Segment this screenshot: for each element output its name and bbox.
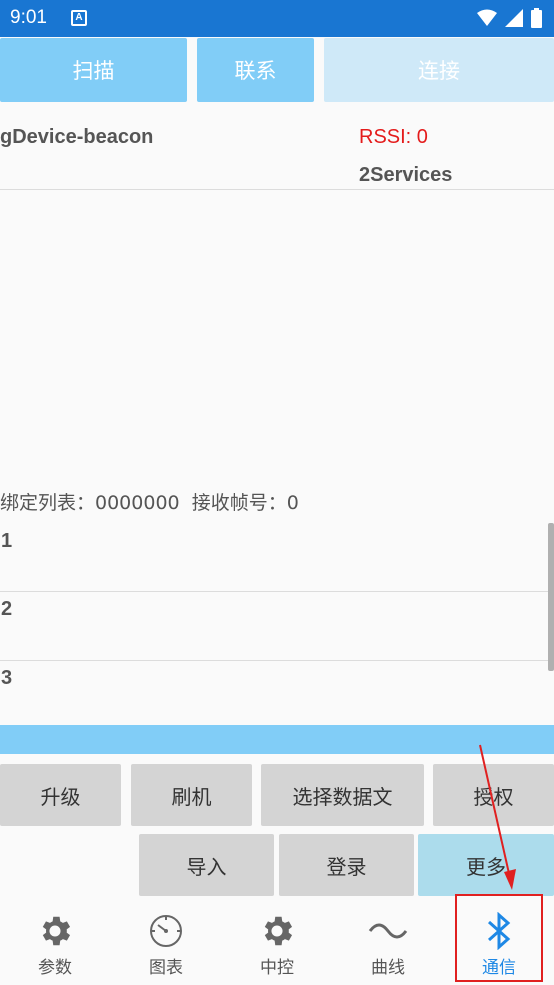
status-time: 9:01 [10, 7, 47, 28]
gear-icon [258, 909, 296, 953]
wifi-icon [477, 9, 497, 26]
nav-curve[interactable]: 曲线 [343, 905, 433, 983]
nav-label: 曲线 [371, 958, 405, 978]
scan-button[interactable]: 扫描 [0, 38, 187, 102]
highlight-box [455, 894, 543, 982]
more-button[interactable]: 更多 [418, 834, 554, 896]
device-name[interactable]: gDevice-beacon [0, 126, 153, 149]
upgrade-button[interactable]: 升级 [0, 764, 121, 826]
connect-button[interactable]: 连接 [324, 38, 554, 102]
device-rssi: RSSI: 0 [359, 126, 428, 148]
login-button[interactable]: 登录 [279, 834, 414, 896]
nav-chart[interactable]: 图表 [121, 905, 211, 983]
row-divider [0, 660, 554, 661]
device-services: 2Services [359, 164, 453, 186]
notification-icon: A [71, 10, 87, 26]
nav-label: 中控 [260, 958, 294, 978]
flash-button[interactable]: 刷机 [131, 764, 252, 826]
status-bar: 9:01 A [0, 0, 554, 37]
nav-central-control[interactable]: 中控 [232, 905, 322, 983]
list-item-3[interactable]: 3 [1, 667, 12, 690]
status-icons [477, 8, 542, 28]
nav-label: 图表 [149, 958, 183, 978]
dial-icon [148, 909, 184, 953]
authorize-button[interactable]: 授权 [433, 764, 554, 826]
import-button[interactable]: 导入 [139, 834, 274, 896]
wave-icon [368, 909, 408, 953]
battery-icon [531, 8, 542, 28]
gear-icon [36, 909, 74, 953]
binding-info: 绑定列表：0000000 接收帧号：0 [0, 492, 299, 514]
nav-params[interactable]: 参数 [10, 905, 100, 983]
nav-label: 参数 [38, 958, 72, 978]
device-divider [0, 189, 554, 190]
list-item-2[interactable]: 2 [1, 598, 12, 621]
list-item-1[interactable]: 1 [1, 530, 12, 553]
blue-separator-bar [0, 725, 554, 754]
select-data-file-button[interactable]: 选择数据文 [261, 764, 424, 826]
contact-button[interactable]: 联系 [197, 38, 314, 102]
row-divider [0, 591, 554, 592]
signal-icon [505, 9, 523, 27]
list-scrollbar[interactable] [548, 523, 554, 671]
